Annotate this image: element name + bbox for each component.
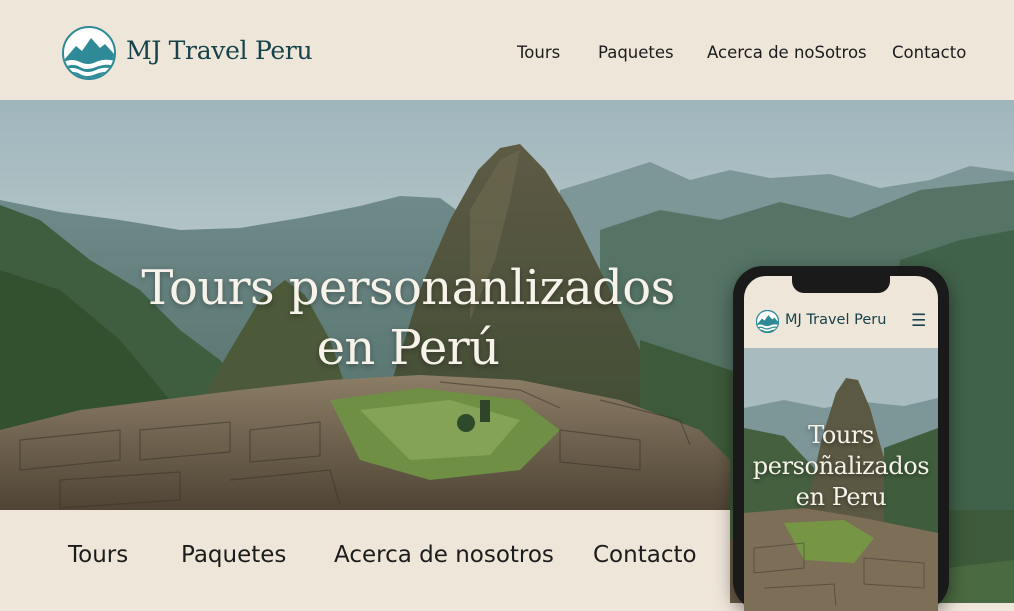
mountain-wave-logo-icon[interactable] [756,310,779,333]
phone-screen: MJ Travel Peru ☰ Tours persoñalizados en… [744,276,938,611]
phone-hero-banner: Tours persoñalizados en Peru [744,348,938,611]
bottom-nav-contacto[interactable]: Contacto [593,542,697,568]
hero-title-line-1: Tours personanlizados [141,260,675,316]
phone-brand-name[interactable]: MJ Travel Peru [785,312,886,328]
hero-title: Tours personanlizados en Perú [108,258,708,378]
bottom-nav-tours[interactable]: Tours [68,542,128,568]
phone-notch [792,276,890,293]
nav-paquetes[interactable]: Paquetes [598,43,674,62]
phone-title-line-2: persoñalizados [752,452,930,480]
bottom-nav-paquetes[interactable]: Paquetes [181,542,286,568]
mountain-wave-logo-icon[interactable] [62,26,116,80]
hamburger-menu-icon[interactable]: ☰ [911,311,926,331]
phone-mockup: MJ Travel Peru ☰ Tours persoñalizados en… [733,266,949,611]
phone-title-line-3: en Peru [795,483,887,511]
hero-title-line-2: en Perú [316,320,500,376]
nav-tours[interactable]: Tours [517,43,560,62]
brand-name[interactable]: MJ Travel Peru [126,36,313,65]
phone-hero-title: Tours persoñalizados en Peru [744,420,938,513]
bottom-nav-about[interactable]: Acerca de nosotros [334,542,554,568]
nav-about[interactable]: Acerca de noSotros [707,43,867,62]
site-header: MJ Travel Peru Tours Paquetes Acerca de … [0,0,1014,100]
nav-contacto[interactable]: Contacto [892,43,966,62]
phone-title-line-1: Tours [808,421,874,449]
